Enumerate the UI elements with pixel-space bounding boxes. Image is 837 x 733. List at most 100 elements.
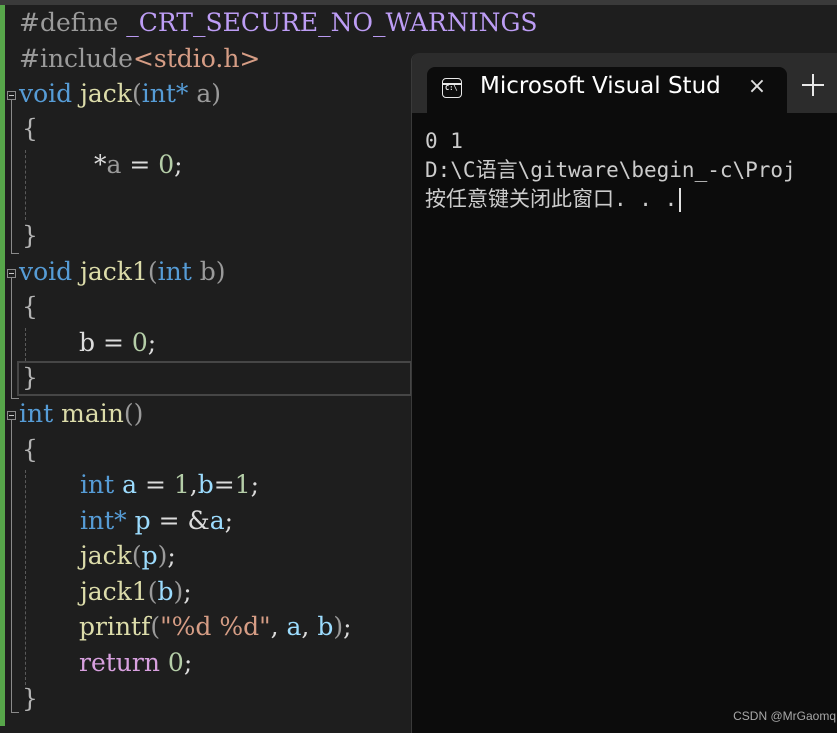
operator: = bbox=[95, 328, 132, 357]
collapse-main-icon[interactable] bbox=[7, 411, 16, 420]
paren: ) bbox=[211, 79, 221, 108]
operator: = bbox=[121, 150, 159, 179]
variable: b bbox=[317, 612, 334, 641]
semicolon: ; bbox=[183, 648, 193, 677]
operator: = bbox=[137, 470, 174, 499]
parameter: b bbox=[79, 328, 96, 357]
keyword: int* bbox=[141, 79, 189, 108]
semicolon: ; bbox=[183, 577, 192, 606]
variable: a bbox=[286, 612, 302, 641]
keyword: int* bbox=[80, 506, 127, 535]
semicolon: ; bbox=[167, 541, 176, 570]
text-cursor bbox=[679, 188, 682, 212]
function-name: main bbox=[61, 399, 124, 428]
code-line-5: *a = 0; bbox=[94, 147, 183, 182]
keyword: int bbox=[80, 470, 115, 499]
tab-title: Microsoft Visual Stud bbox=[480, 73, 721, 99]
change-tracking-bar bbox=[0, 5, 5, 726]
paren: () bbox=[123, 399, 144, 428]
preprocessor-directive: #define bbox=[19, 8, 119, 37]
deref-operator: * bbox=[94, 150, 107, 179]
code-line-12: int main() bbox=[19, 396, 143, 431]
code-line-9: { bbox=[22, 292, 38, 321]
code-line-14: int a = 1,b=1; bbox=[80, 467, 259, 502]
code-line-10: b = 0; bbox=[79, 325, 156, 360]
variable: a bbox=[209, 506, 225, 535]
console-icon: C:\ bbox=[442, 78, 462, 98]
variable: b bbox=[157, 577, 174, 606]
parameter: b bbox=[199, 257, 216, 286]
current-line-highlight bbox=[17, 361, 412, 396]
console-titlebar[interactable]: C:\ Microsoft Visual Stud × bbox=[412, 53, 837, 113]
variable: p bbox=[134, 506, 151, 535]
fold-line bbox=[11, 100, 12, 254]
paren: ) bbox=[157, 541, 168, 570]
fold-line bbox=[11, 278, 12, 399]
code-line-3: void jack(int* a) bbox=[19, 76, 221, 111]
preprocessor-directive: #include bbox=[19, 44, 133, 73]
code-line-7: } bbox=[22, 221, 38, 250]
string-literal: "%d %d" bbox=[160, 612, 271, 641]
indent-guide bbox=[25, 328, 26, 361]
paren: ( bbox=[150, 612, 161, 641]
fold-end bbox=[11, 398, 19, 399]
number: 0 bbox=[167, 648, 184, 677]
code-line-1: #define _CRT_SECURE_NO_WARNINGS bbox=[19, 5, 538, 40]
console-icon-label: C:\ bbox=[445, 84, 458, 92]
console-window[interactable]: C:\ Microsoft Visual Stud × 0 1 D:\C语言\gi… bbox=[411, 53, 837, 733]
fold-end bbox=[11, 253, 19, 254]
macro-name: _CRT_SECURE_NO_WARNINGS bbox=[126, 8, 538, 37]
code-line-19: return 0; bbox=[79, 645, 192, 680]
paren: ) bbox=[333, 612, 344, 641]
paren: ) bbox=[215, 257, 226, 286]
code-line-17: jack1(b); bbox=[80, 574, 192, 609]
parameter: a bbox=[106, 150, 122, 179]
number: 1 bbox=[173, 470, 190, 499]
paren: ) bbox=[173, 577, 184, 606]
indent-guide bbox=[25, 150, 26, 220]
number: 0 bbox=[158, 150, 175, 179]
operator: = bbox=[150, 506, 188, 535]
watermark: CSDN @MrGaomq bbox=[733, 709, 836, 723]
function-call: printf bbox=[79, 612, 151, 641]
variable: a bbox=[122, 470, 138, 499]
output-line: 0 1 bbox=[425, 129, 463, 153]
comma: , bbox=[270, 612, 287, 641]
semicolon: ; bbox=[224, 506, 234, 535]
return-keyword: return bbox=[79, 648, 160, 677]
function-call: jack bbox=[80, 541, 132, 570]
variable: p bbox=[141, 541, 158, 570]
press-any-key-text: 按任意键关闭此窗口. . . bbox=[425, 187, 678, 211]
collapse-jack1-icon[interactable] bbox=[7, 269, 16, 278]
code-line-16: jack(p); bbox=[80, 538, 176, 573]
code-line-8: void jack1(int b) bbox=[19, 254, 226, 289]
function-name: jack bbox=[80, 79, 132, 108]
new-tab-plus-icon[interactable] bbox=[800, 71, 828, 99]
comma: , bbox=[301, 612, 318, 641]
fold-end bbox=[11, 712, 19, 713]
fold-line bbox=[11, 420, 12, 713]
console-tab[interactable]: C:\ Microsoft Visual Stud × bbox=[427, 67, 787, 113]
output-line: D:\C语言\gitware\begin_-c\Proj bbox=[425, 158, 796, 182]
comma: , bbox=[189, 470, 198, 499]
output-line-prompt: 按任意键关闭此窗口. . . bbox=[425, 185, 796, 214]
address-operator: & bbox=[187, 506, 210, 535]
include-header: <stdio.h> bbox=[132, 44, 261, 73]
indent-guide bbox=[25, 470, 26, 685]
code-line-11: } bbox=[22, 363, 38, 392]
code-line-18: printf("%d %d", a, b); bbox=[79, 609, 352, 644]
code-line-20: } bbox=[22, 684, 38, 713]
operator: = bbox=[213, 470, 235, 499]
keyword: int bbox=[157, 257, 192, 286]
close-tab-icon[interactable]: × bbox=[745, 75, 769, 99]
semicolon: ; bbox=[174, 150, 183, 179]
keyword: void bbox=[19, 79, 73, 108]
number: 0 bbox=[131, 328, 148, 357]
collapse-jack-icon[interactable] bbox=[7, 91, 16, 100]
keyword: void bbox=[19, 257, 73, 286]
code-line-2: #include<stdio.h> bbox=[19, 41, 260, 76]
keyword: int bbox=[19, 399, 54, 428]
code-line-15: int* p = &a; bbox=[80, 503, 233, 538]
console-output[interactable]: 0 1 D:\C语言\gitware\begin_-c\Proj 按任意键关闭此窗口… bbox=[425, 127, 796, 214]
semicolon: ; bbox=[250, 470, 260, 499]
